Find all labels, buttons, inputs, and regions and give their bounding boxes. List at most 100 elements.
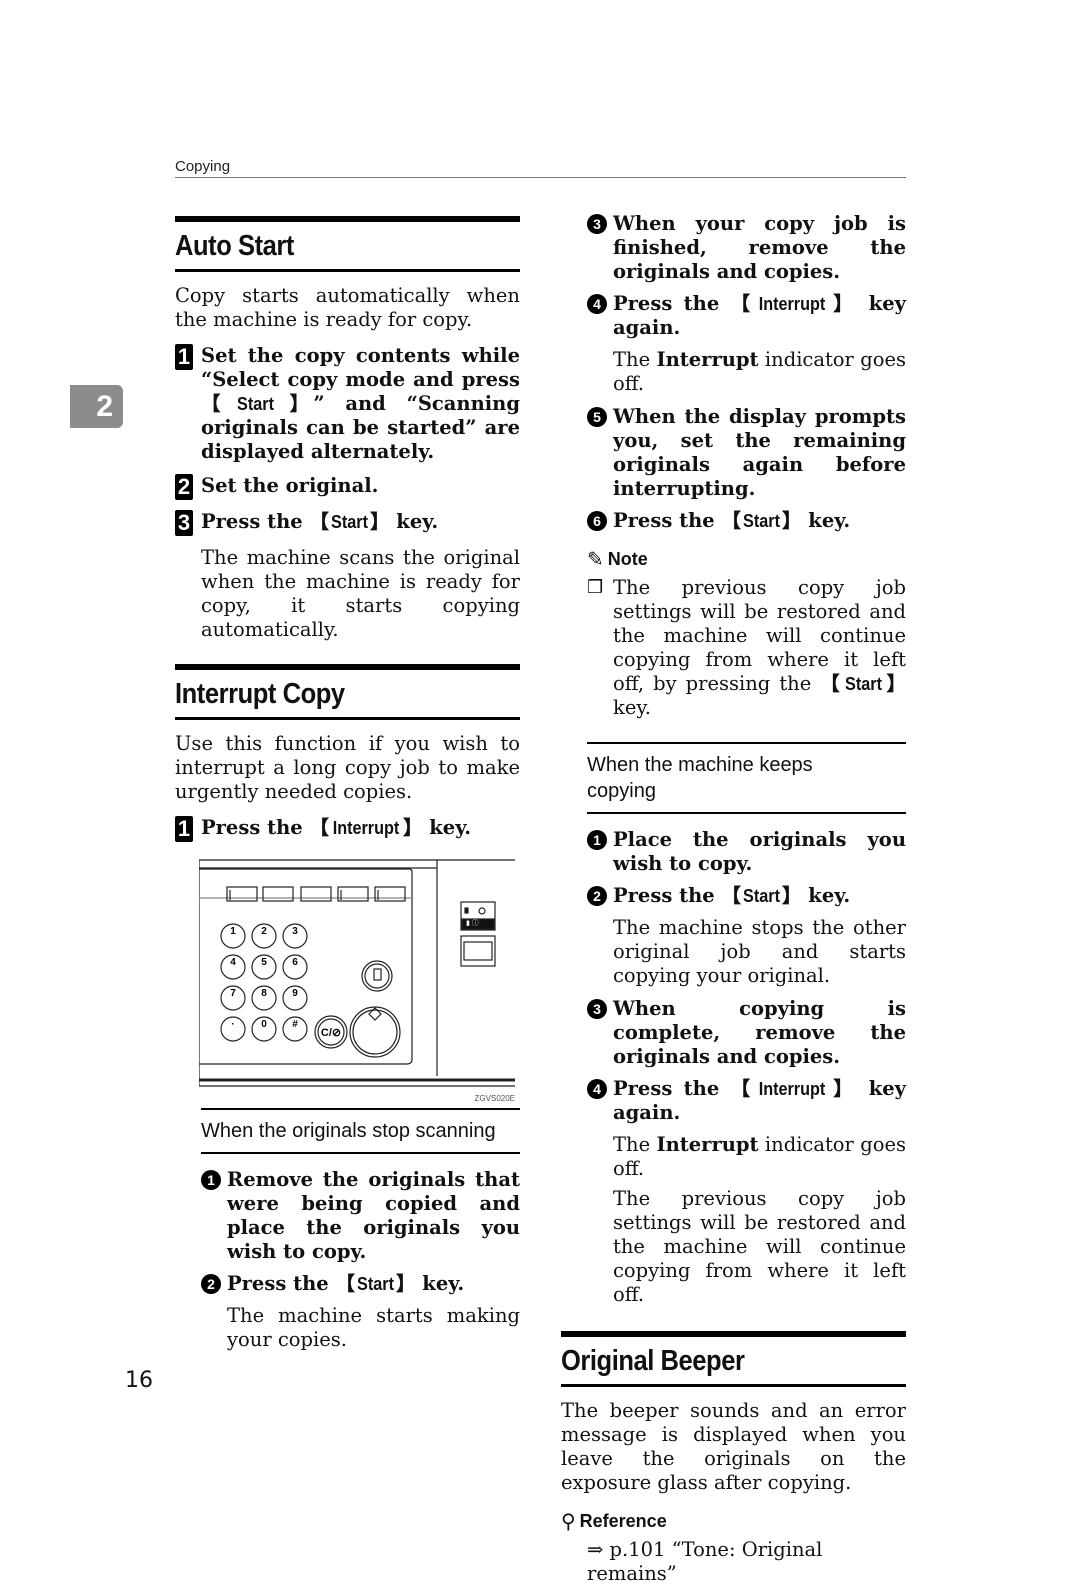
note-text: The previous copy job settings will be r… (613, 576, 906, 720)
originals-stop-step-1: 1 Remove the originals that were being c… (201, 1168, 520, 1264)
circled-number: 5 (587, 407, 607, 427)
body-part: The (613, 348, 657, 371)
originals-stop-step-3: 3 When your copy job is finished, remove… (587, 212, 906, 284)
step-number-badge: 1 (175, 344, 193, 370)
step-text-part: Press the (201, 510, 310, 533)
step-text: Press the 【Start】 key. (227, 1272, 520, 1296)
section-title-original-beeper: Original Beeper (561, 1345, 745, 1377)
auto-start-step-1: 1 Set the copy contents while “Select co… (175, 344, 520, 464)
reference-text[interactable]: p.101 “Tone: Original remains” (587, 1538, 822, 1585)
key-bracket-close: 】 (396, 1272, 416, 1295)
original-beeper-body: The beeper sounds and an error message i… (561, 1399, 906, 1494)
keypad-key-label: 6 (292, 957, 298, 968)
note-text-part: key. (613, 696, 651, 719)
step-text-part: Press the (613, 509, 722, 532)
subhead-originals-stop: When the originals stop scanning (201, 1108, 520, 1154)
step-body: The machine scans the original when the … (201, 546, 520, 641)
start-key-label: Start (331, 512, 368, 532)
note-item: ❒ The previous copy job settings will be… (587, 576, 906, 720)
auto-start-step-2: 2 Set the original. (175, 474, 520, 500)
keypad-key-label: 4 (230, 957, 236, 968)
interrupt-key-frame (460, 935, 496, 967)
key-bracket-open: 【 (721, 509, 741, 532)
keypad-key-label: 7 (230, 988, 236, 999)
step-text: Remove the originals that were being cop… (227, 1168, 520, 1263)
interrupt-indicator-term: Interrupt (656, 1133, 759, 1156)
key-bracket-close: 】 (275, 392, 314, 415)
step-text-part: key. (801, 884, 851, 907)
step-text: When your copy job is finished, remove t… (613, 212, 906, 283)
step-text-part: Press the (201, 816, 310, 839)
circled-number: 3 (587, 999, 607, 1019)
circled-number: 1 (587, 830, 607, 850)
reference-heading: ⚲ Reference (561, 1509, 906, 1534)
step-text: Place the originals you wish to copy. (613, 828, 906, 875)
keypad-key-label: 0 (261, 1019, 267, 1030)
left-column: Auto Start Copy starts automatically whe… (175, 216, 520, 1361)
program-key-outer (361, 960, 393, 992)
interrupt-step-1: 1 Press the 【Interrupt】 key. (175, 816, 520, 842)
panel-top-button-5 (374, 886, 406, 902)
step-text: When the display prompts you, set the re… (613, 405, 906, 500)
step-text: Press the 【Interrupt】 key. (201, 816, 520, 840)
step-body: The machine starts making your copies. (227, 1304, 520, 1351)
checkbox-bullet-icon: ❒ (587, 577, 604, 598)
originals-stop-step-4: 4 Press the 【Interrupt】 key again. (587, 292, 906, 340)
keeps-copying-steps: 1 Place the originals you wish to copy. … (587, 828, 906, 1307)
key-bracket-close: 】 (402, 816, 423, 839)
figure-id: ZGVS020E (474, 1094, 515, 1103)
step-text-part: key. (415, 1272, 465, 1295)
keeps-copying-step-3: 3 When copying is complete, remove the o… (587, 997, 906, 1069)
circled-number: 3 (587, 214, 607, 234)
step-text-part: key. (801, 509, 851, 532)
keypad-key-label: 9 (292, 988, 298, 999)
chapter-tab: 2 (70, 385, 123, 428)
page-number: 16 (125, 1368, 153, 1393)
keeps-copying-step-1: 1 Place the originals you wish to copy. (587, 828, 906, 876)
auto-start-step-3: 3 Press the 【Start】 key. (175, 510, 520, 536)
control-panel-illustration: 1 2 3 4 5 6 7 8 9 · 0 # C/⊘ ▮ ⓘ (199, 859, 515, 1087)
interrupt-copy-intro: Use this function if you wish to interru… (175, 732, 520, 803)
keeps-copying-step-4: 4 Press the 【Interrupt】 key again. (587, 1077, 906, 1125)
key-bracket-close: 】 (828, 292, 858, 315)
indicator-lamp (464, 907, 469, 914)
key-bracket-open: 【 (309, 816, 329, 839)
reference-link[interactable]: ⇒ p.101 “Tone: Original remains” (587, 1538, 906, 1586)
originals-stop-step-2: 2 Press the 【Start】 key. (201, 1272, 520, 1296)
auto-start-section-head: Auto Start (175, 216, 520, 272)
key-bracket-open: 【 (721, 884, 741, 907)
start-key-outer (349, 1006, 401, 1058)
step-text: When copying is complete, remove the ori… (613, 997, 906, 1068)
reference-label: Reference (579, 1511, 667, 1531)
key-bracket-open: 【 (730, 1077, 755, 1100)
step-body: The Interrupt indicator goes off. (613, 348, 906, 396)
key-bracket-close: 】 (370, 510, 390, 533)
key-bracket-open: 【 (730, 292, 755, 315)
step-number-badge: 3 (175, 510, 193, 536)
circled-number: 6 (587, 511, 607, 531)
originals-stop-step-5: 5 When the display prompts you, set the … (587, 405, 906, 501)
keypad-key-label: 2 (261, 926, 267, 937)
step-text-part: Press the (227, 1272, 336, 1295)
key-bracket-open: 【 (820, 672, 843, 695)
step-text: Press the 【Start】 key. (201, 510, 520, 534)
start-key-inner (352, 1009, 398, 1055)
keypad-key-label: 1 (230, 926, 236, 937)
step-text: Press the 【Start】 key. (613, 884, 906, 908)
originals-stop-step-6: 6 Press the 【Start】 key. (587, 509, 906, 533)
keypad-key-label: 8 (261, 988, 267, 999)
step-text: Set the original. (201, 474, 379, 497)
key-bracket-open: 【 (335, 1272, 355, 1295)
step-body-continued: The previous copy job settings will be r… (613, 1187, 906, 1306)
right-column: 3 When your copy job is finished, remove… (561, 212, 906, 1586)
step-text: Press the 【Interrupt】 key again. (613, 292, 906, 340)
panel-top-button-2 (262, 886, 294, 902)
keeps-copying-step-2: 2 Press the 【Start】 key. (587, 884, 906, 908)
keypad-key-label: · (231, 1019, 234, 1030)
step-text: Set the copy contents while “Select copy… (201, 344, 520, 464)
interrupt-key-label: Interrupt (758, 1079, 826, 1099)
start-key-label: Start (844, 674, 882, 694)
interrupt-key-label: Interrupt (332, 818, 400, 838)
clear-stop-key-label: C/⊘ (321, 1027, 341, 1039)
step-number-badge: 1 (175, 816, 193, 842)
